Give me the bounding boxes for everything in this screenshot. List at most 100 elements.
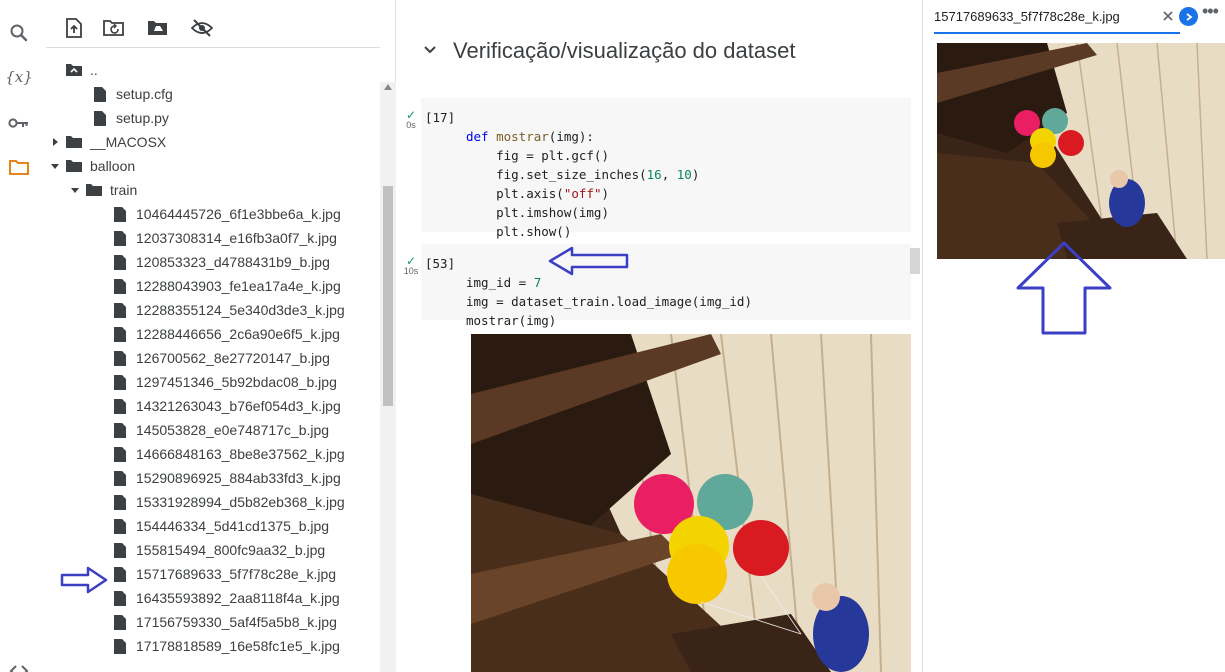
tree-folder-row[interactable]: __MACOSX [48, 130, 166, 154]
tree-folder-row[interactable]: balloon [48, 154, 135, 178]
activity-rail: {x} [0, 0, 38, 672]
cell1-status: ✓ 0s [401, 108, 421, 130]
folder-up-icon [62, 58, 86, 82]
cell1-code[interactable]: def mostrar(img): fig = plt.gcf() fig.se… [466, 108, 699, 241]
caret-right-icon[interactable] [48, 130, 62, 154]
annotation-arrow-up-icon [1016, 241, 1112, 335]
code-token: plt.axis( [466, 186, 564, 201]
tree-file-row[interactable]: 15290896925_884ab33fd3_k.jpg [108, 466, 341, 490]
code-keyword: def [466, 129, 489, 144]
check-icon: ✓ [405, 108, 417, 122]
tree-row-label: train [110, 182, 138, 198]
tree-row-label: __MACOSX [90, 134, 167, 150]
tree-file-row[interactable]: 120853323_d4788431b9_b.jpg [108, 250, 330, 274]
refresh-folder-icon[interactable] [100, 14, 128, 42]
more-options-icon[interactable]: ••• [1202, 2, 1224, 26]
cell2-time: 10s [403, 266, 419, 276]
mount-drive-icon[interactable] [144, 14, 172, 42]
tree-parent-row[interactable]: .. [62, 58, 98, 82]
tree-file-row[interactable]: setup.py [88, 106, 169, 130]
tree-file-row[interactable]: 17156759330_5af4f5a5b8_k.jpg [108, 610, 337, 634]
tree-file-row[interactable]: 17178818589_16e58fc1e5_k.jpg [108, 634, 340, 658]
tree-file-row[interactable]: setup.cfg [88, 82, 173, 106]
file-icon [108, 322, 132, 346]
file-icon [108, 562, 132, 586]
folder-icon[interactable] [4, 152, 34, 182]
code-line: plt.show() [466, 224, 572, 239]
next-tab-button[interactable] [1179, 7, 1198, 26]
tree-row-label: 12288043903_fe1ea17a4e_k.jpg [136, 278, 341, 294]
code-cell-1[interactable]: [17] def mostrar(img): fig = plt.gcf() f… [421, 98, 911, 239]
tree-file-row[interactable]: 12037308314_e16fb3a0f7_k.jpg [108, 226, 337, 250]
key-icon[interactable] [4, 108, 34, 138]
hide-files-icon[interactable] [188, 14, 216, 42]
file-icon [88, 82, 112, 106]
tree-file-row[interactable]: 14321263043_b76ef054d3_k.jpg [108, 394, 341, 418]
cell2-status: ✓ 10s [401, 255, 421, 276]
cell-scrollbar[interactable] [910, 248, 920, 274]
tree-file-row[interactable]: 126700562_8e27720147_b.jpg [108, 346, 330, 370]
chevron-down-icon[interactable] [421, 40, 439, 58]
tree-file-row[interactable]: 16435593892_2aa8118f4a_k.jpg [108, 586, 340, 610]
code-token: , [661, 167, 677, 182]
notebook-panel: Verificação/visualização do dataset ✓ 0s… [397, 0, 923, 672]
tree-folder-row[interactable]: train [68, 178, 137, 202]
cell1-exec-count: [17] [425, 110, 456, 125]
file-tree-scrollbar[interactable] [380, 82, 396, 672]
tree-file-row[interactable]: 14666848163_8be8e37562_k.jpg [108, 442, 345, 466]
code-line: plt.imshow(img) [466, 205, 609, 220]
tree-file-row[interactable]: 12288446656_2c6a90e6f5_k.jpg [108, 322, 340, 346]
tree-row-label: 16435593892_2aa8118f4a_k.jpg [136, 590, 340, 606]
image-viewer-panel: 15717689633_5f7f78c28e_k.jpg ••• [924, 0, 1225, 672]
scroll-up-arrow-icon[interactable] [384, 84, 392, 90]
tree-file-row[interactable]: 15717689633_5f7f78c28e_k.jpg [108, 562, 336, 586]
file-icon [108, 274, 132, 298]
folder-icon [82, 178, 106, 202]
file-icon [108, 346, 132, 370]
tree-row-label: 14321263043_b76ef054d3_k.jpg [136, 398, 341, 414]
cell1-time: 0s [406, 120, 416, 130]
file-icon [108, 586, 132, 610]
code-cell-2[interactable]: [53] img_id = 7 img = dataset_train.load… [421, 244, 911, 328]
tree-file-row[interactable]: 145053828_e0e748717c_b.jpg [108, 418, 329, 442]
tree-file-row[interactable]: 1297451346_5b92bdac08_b.jpg [108, 370, 337, 394]
tree-row-label: 10464445726_6f1e3bbe6a_k.jpg [136, 206, 341, 222]
tree-file-row[interactable]: 12288043903_fe1ea17a4e_k.jpg [108, 274, 341, 298]
file-icon [108, 538, 132, 562]
cell2-exec-count: [53] [425, 256, 456, 271]
tree-row-label: 15290896925_884ab33fd3_k.jpg [136, 470, 341, 486]
tree-row-label: 12288446656_2c6a90e6f5_k.jpg [136, 326, 340, 342]
tree-row-label: setup.cfg [116, 86, 173, 102]
tree-file-row[interactable]: 10464445726_6f1e3bbe6a_k.jpg [108, 202, 341, 226]
output-image [471, 334, 911, 672]
annotation-arrow-right-icon [60, 566, 108, 594]
tree-row-label: 15717689633_5f7f78c28e_k.jpg [136, 566, 337, 582]
search-icon[interactable] [4, 18, 34, 48]
tree-file-row[interactable]: 15331928994_d5b82eb368_k.jpg [108, 490, 345, 514]
code-line: fig = plt.gcf() [466, 148, 609, 163]
file-tree-scroll-thumb[interactable] [383, 186, 393, 406]
folder-icon [62, 154, 86, 178]
caret-down-icon[interactable] [68, 178, 82, 202]
caret-down-icon[interactable] [48, 154, 62, 178]
file-icon [108, 202, 132, 226]
variables-icon[interactable]: {x} [4, 62, 34, 92]
tree-row-label: setup.py [116, 110, 169, 126]
tree-file-row[interactable]: 12288355124_5e340d3de3_k.jpg [108, 298, 345, 322]
file-icon [108, 250, 132, 274]
file-icon [88, 106, 112, 130]
tree-row-label: 1297451346_5b92bdac08_b.jpg [136, 374, 337, 390]
close-icon[interactable] [1160, 8, 1176, 24]
upload-file-icon[interactable] [60, 14, 88, 42]
tree-row-label: 12288355124_5e340d3de3_k.jpg [136, 302, 345, 318]
file-icon [108, 394, 132, 418]
tree-row-label: 155815494_800fc9aa32_b.jpg [136, 542, 326, 558]
tree-row-label: 14666848163_8be8e37562_k.jpg [136, 446, 345, 462]
tree-file-row[interactable]: 154446334_5d41cd1375_b.jpg [108, 514, 329, 538]
tree-parent-label: .. [90, 62, 98, 78]
tree-row-label: 15331928994_d5b82eb368_k.jpg [136, 494, 345, 510]
tree-file-row[interactable]: 155815494_800fc9aa32_b.jpg [108, 538, 325, 562]
viewer-tab[interactable]: 15717689633_5f7f78c28e_k.jpg [934, 0, 1180, 34]
code-icon[interactable] [4, 656, 34, 672]
